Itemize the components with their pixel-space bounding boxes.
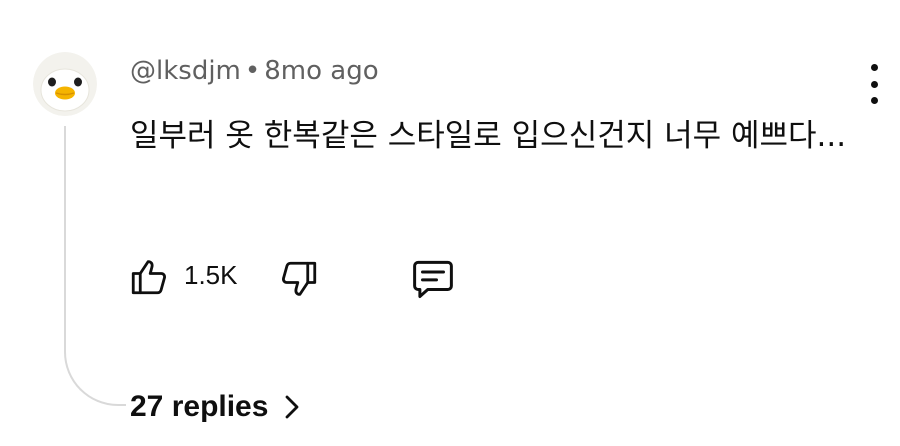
more-dot bbox=[870, 80, 878, 88]
thumbs-down-icon[interactable] bbox=[278, 258, 320, 300]
chevron-right-icon bbox=[286, 395, 299, 419]
comment-text: 일부러 옷 한복같은 스타일로 입으신건지 너무 예쁘다... bbox=[130, 118, 847, 154]
comment-icon[interactable] bbox=[410, 258, 456, 300]
meta-separator: • bbox=[244, 56, 261, 86]
reply-thread-line bbox=[64, 126, 126, 406]
comment-author[interactable]: @lksdjm bbox=[130, 56, 241, 86]
comment-timestamp[interactable]: 8mo ago bbox=[264, 56, 378, 86]
replies-label: 27 replies bbox=[130, 390, 269, 423]
like-count: 1.5K bbox=[184, 260, 238, 290]
view-replies-button[interactable]: 27 replies bbox=[130, 384, 300, 430]
thumbs-up-icon[interactable] bbox=[128, 256, 170, 298]
avatar[interactable] bbox=[33, 52, 97, 116]
duck-avatar-icon bbox=[33, 52, 97, 116]
more-dot bbox=[870, 97, 878, 104]
more-vertical-icon[interactable] bbox=[864, 64, 884, 104]
comment-meta: @lksdjm • 8mo ago bbox=[130, 56, 379, 86]
more-dot bbox=[870, 64, 878, 71]
